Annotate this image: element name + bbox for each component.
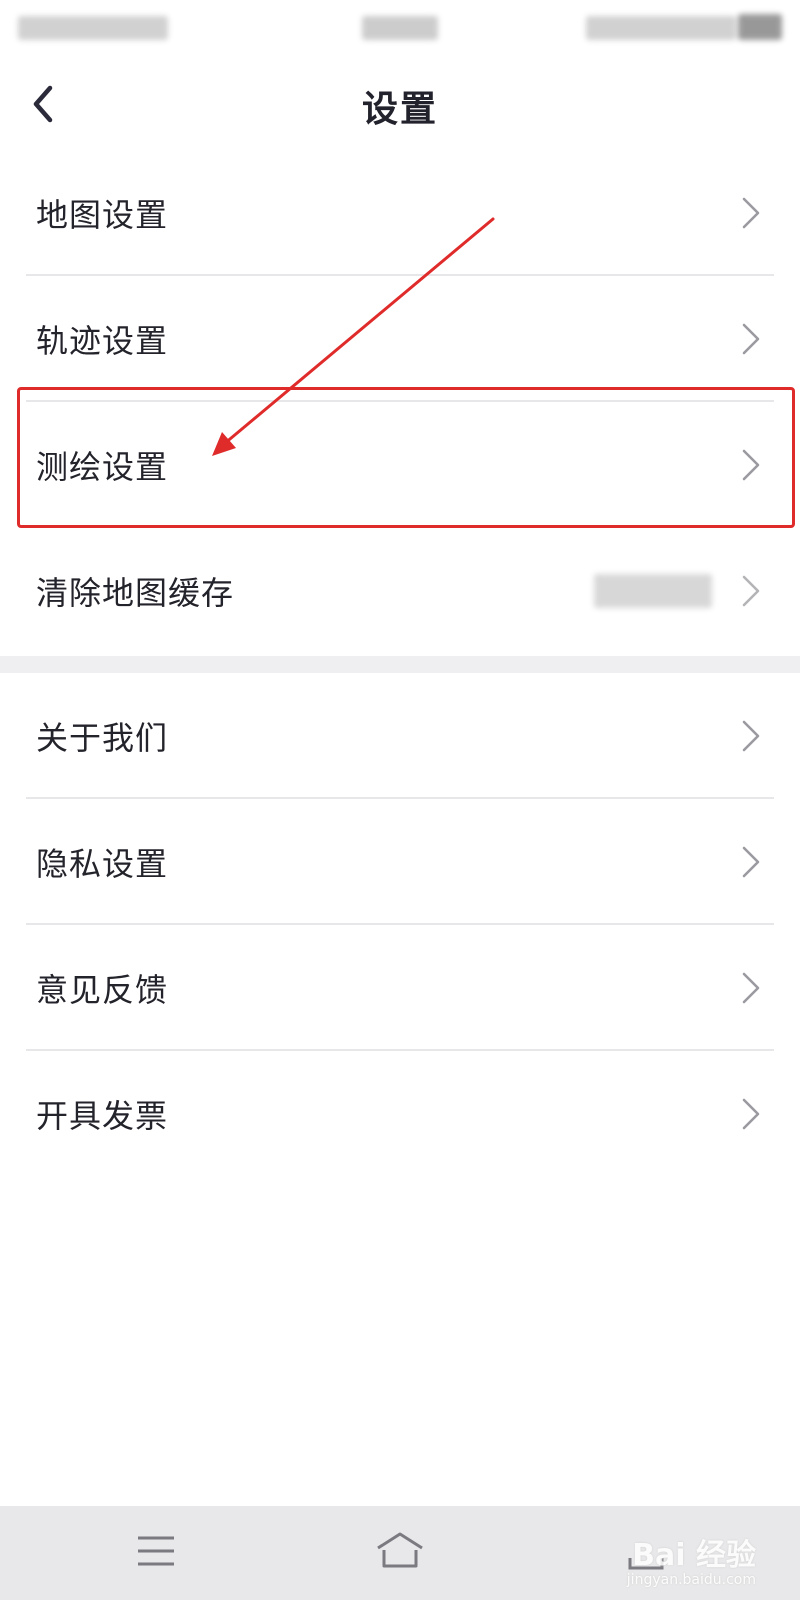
item-label: 关于我们	[36, 719, 169, 757]
chevron-right-icon	[742, 323, 760, 355]
settings-screen: 设置 地图设置 轨迹设置 测绘设置 清除地图缓存 关于我们 隐私设置 意见反馈 …	[0, 0, 800, 1600]
chevron-right-icon	[742, 575, 760, 607]
item-label: 清除地图缓存	[36, 574, 235, 612]
item-label: 开具发票	[36, 1097, 169, 1135]
item-label: 地图设置	[36, 196, 169, 234]
chevron-right-icon	[742, 720, 760, 752]
item-label: 意见反馈	[36, 971, 169, 1009]
settings-group-1: 地图设置 轨迹设置 测绘设置 清除地图缓存	[0, 150, 800, 654]
item-label: 隐私设置	[36, 845, 169, 883]
about-us-item[interactable]: 关于我们	[0, 673, 800, 799]
battery-icon	[738, 14, 782, 40]
chevron-right-icon	[742, 1098, 760, 1130]
signal-indicator	[18, 16, 168, 40]
feedback-item[interactable]: 意见反馈	[0, 925, 800, 1051]
menu-lines-icon	[138, 1536, 174, 1566]
survey-settings-item[interactable]: 测绘设置	[0, 402, 800, 528]
chevron-right-icon	[742, 449, 760, 481]
cache-size-value	[594, 574, 712, 608]
track-settings-item[interactable]: 轨迹设置	[0, 276, 800, 402]
settings-group-2: 关于我们 隐私设置 意见反馈 开具发票	[0, 673, 800, 1177]
invoice-item[interactable]: 开具发票	[0, 1051, 800, 1177]
item-label: 测绘设置	[36, 448, 169, 486]
nav-bar: 设置	[0, 56, 800, 152]
system-home-button[interactable]	[370, 1526, 430, 1576]
clear-map-cache-item[interactable]: 清除地图缓存	[0, 528, 800, 654]
chevron-right-icon	[742, 846, 760, 878]
watermark-brand: Bai 经验	[632, 1538, 756, 1573]
watermark-url: jingyan.baidu.com	[626, 1572, 756, 1588]
page-title: 设置	[361, 89, 438, 130]
status-bar	[0, 0, 800, 56]
chevron-right-icon	[742, 197, 760, 229]
status-icons	[586, 16, 736, 40]
chevron-right-icon	[742, 972, 760, 1004]
map-settings-item[interactable]: 地图设置	[0, 150, 800, 276]
status-clock	[362, 16, 438, 40]
privacy-settings-item[interactable]: 隐私设置	[0, 799, 800, 925]
home-icon	[377, 1532, 423, 1568]
section-separator	[0, 656, 800, 673]
item-label: 轨迹设置	[36, 322, 169, 360]
system-menu-button[interactable]	[126, 1526, 186, 1576]
